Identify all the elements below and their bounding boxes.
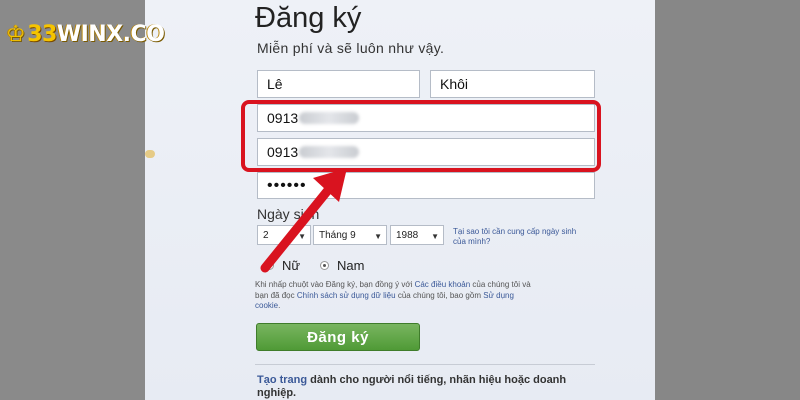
logo-number: 33 xyxy=(27,22,57,47)
site-logo: ♔33WINX.CO xyxy=(6,22,165,47)
terms-prefix: Khi nhấp chuột vào Đăng ký, bạn đồng ý v… xyxy=(255,280,415,289)
page-title: Đăng ký xyxy=(255,2,362,34)
year-value: 1988 xyxy=(396,229,419,241)
last-name-field[interactable]: Khôi xyxy=(430,70,595,98)
red-arrow-icon xyxy=(260,168,347,273)
year-select[interactable]: 1988 ▼ xyxy=(390,225,444,245)
data-policy-link[interactable]: Chính sách sử dụng dữ liệu xyxy=(297,291,396,300)
terms-end: . xyxy=(278,301,281,310)
divider xyxy=(255,364,595,365)
crown-icon: ♔ xyxy=(6,22,26,47)
terms-text: Khi nhấp chuột vào Đăng ký, bạn đồng ý v… xyxy=(255,280,535,312)
signup-button[interactable]: Đăng ký xyxy=(256,323,420,351)
logo-text: WINX.CO xyxy=(56,22,165,47)
first-name-field[interactable]: Lê xyxy=(257,70,420,98)
create-page-link[interactable]: Tạo trang xyxy=(257,374,307,386)
create-page-text: Tạo trang dành cho người nổi tiếng, nhãn… xyxy=(257,374,587,400)
page-subtitle: Miễn phí và sẽ luôn như vậy. xyxy=(257,40,445,56)
chevron-down-icon: ▼ xyxy=(431,232,439,241)
chevron-down-icon: ▼ xyxy=(374,232,382,241)
signup-page: Đăng ký Miễn phí và sẽ luôn như vậy. Lê … xyxy=(145,0,655,400)
terms-link[interactable]: Các điều khoản xyxy=(415,280,471,289)
left-backdrop xyxy=(0,0,145,400)
terms-mid2: của chúng tôi, bao gồm xyxy=(395,290,484,300)
first-name-value: Lê xyxy=(267,76,283,92)
decor-blob xyxy=(145,150,155,158)
right-backdrop xyxy=(655,0,800,400)
last-name-value: Khôi xyxy=(440,76,469,92)
why-birthday-link[interactable]: Tại sao tôi cần cung cấp ngày sinh của m… xyxy=(453,227,578,247)
